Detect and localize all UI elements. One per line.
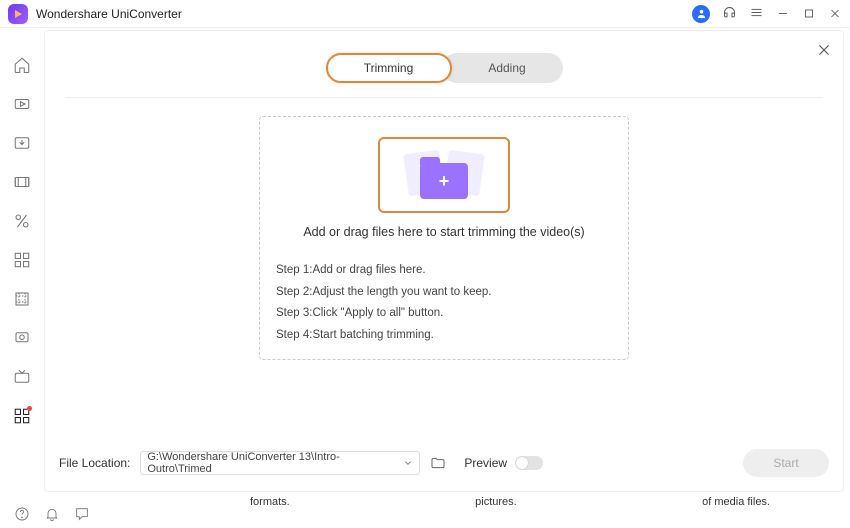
chevron-down-icon: [403, 458, 413, 468]
panel-close-icon[interactable]: [815, 41, 833, 59]
bottom-bar: File Location: G:\Wondershare UniConvert…: [45, 449, 843, 477]
titlebar: Wondershare UniConverter: [0, 0, 850, 28]
feedback-icon[interactable]: [74, 506, 90, 522]
file-location-label: File Location:: [59, 456, 130, 470]
sidebar-tv-icon[interactable]: [13, 368, 31, 386]
drop-zone[interactable]: Add or drag files here to start trimming…: [259, 116, 629, 360]
sidebar-video-icon[interactable]: [13, 95, 31, 113]
open-folder-icon[interactable]: [430, 455, 446, 471]
footer-icons: [0, 500, 90, 528]
add-files-button[interactable]: [378, 137, 510, 213]
drop-text: Add or drag files here to start trimming…: [276, 225, 612, 239]
app-title: Wondershare UniConverter: [36, 7, 182, 21]
sidebar-compress-icon[interactable]: [13, 173, 31, 191]
tab-adding[interactable]: Adding: [442, 53, 563, 83]
start-button[interactable]: Start: [743, 449, 829, 477]
help-icon[interactable]: [14, 506, 30, 522]
account-icon[interactable]: [692, 5, 710, 23]
notification-dot: [27, 406, 32, 411]
preview-label: Preview: [464, 456, 507, 470]
step-4: Step 4:Start batching trimming.: [276, 330, 612, 342]
support-icon[interactable]: [722, 5, 737, 23]
preview-toggle[interactable]: [515, 456, 543, 470]
step-1: Step 1:Add or drag files here.: [276, 265, 612, 277]
close-button[interactable]: [828, 7, 842, 21]
tab-trimming[interactable]: Trimming: [326, 53, 452, 83]
menu-icon[interactable]: [749, 5, 764, 23]
tab-segment: Trimming Adding: [45, 31, 843, 83]
step-3: Step 3:Click "Apply to all" button.: [276, 308, 612, 320]
sidebar-edit-icon[interactable]: [13, 212, 31, 230]
sidebar-merge-icon[interactable]: [13, 251, 31, 269]
maximize-button[interactable]: [802, 7, 816, 21]
sidebar-crop-icon[interactable]: [13, 290, 31, 308]
step-2: Step 2:Adjust the length you want to kee…: [276, 287, 612, 299]
minimize-button[interactable]: [776, 7, 790, 21]
folder-plus-icon: [420, 163, 468, 199]
sidebar-download-icon[interactable]: [13, 134, 31, 152]
app-logo: [8, 4, 28, 24]
sidebar: [0, 28, 44, 500]
file-location-path: G:\Wondershare UniConverter 13\Intro-Out…: [147, 451, 403, 475]
file-location-dropdown[interactable]: G:\Wondershare UniConverter 13\Intro-Out…: [140, 451, 420, 475]
sidebar-record-icon[interactable]: [13, 329, 31, 347]
sidebar-home-icon[interactable]: [13, 56, 31, 74]
steps-list: Step 1:Add or drag files here. Step 2:Ad…: [276, 265, 612, 341]
sidebar-toolbox-icon[interactable]: [13, 407, 31, 425]
background-feature-captions: formats. pictures. of media files.: [120, 496, 820, 508]
notifications-icon[interactable]: [44, 506, 60, 522]
main-panel: Trimming Adding Add or drag files here t…: [44, 30, 844, 492]
